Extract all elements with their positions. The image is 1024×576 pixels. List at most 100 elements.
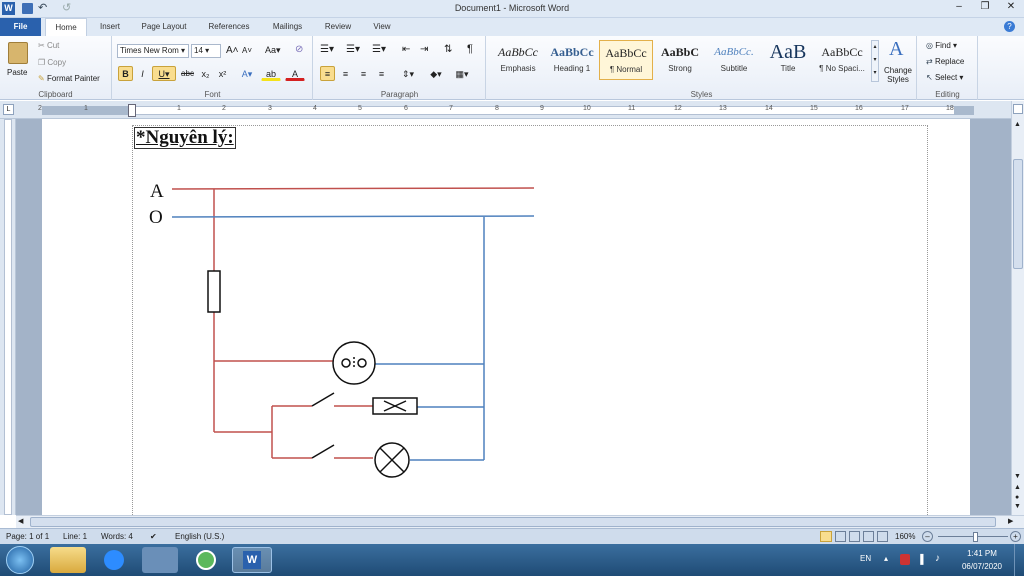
word-taskbar-icon[interactable]: W — [232, 547, 272, 573]
browse-object-icon[interactable]: ● — [1015, 494, 1019, 501]
clock-time[interactable]: 1:41 PM — [956, 549, 1008, 558]
find-button[interactable]: ◎ Find ▾ — [926, 41, 957, 50]
tab-selector[interactable]: L — [3, 104, 14, 115]
multilevel-list-icon[interactable]: ☰▾ — [372, 44, 386, 55]
proofing-icon[interactable]: ✔ — [150, 529, 157, 544]
align-center-button[interactable]: ≡ — [338, 66, 353, 81]
scroll-right-icon[interactable]: ▶ — [1008, 517, 1013, 525]
borders-icon[interactable]: ▦▾ — [452, 66, 472, 81]
volume-icon[interactable]: ♪ — [935, 553, 940, 564]
subscript-button[interactable]: x₂ — [198, 66, 213, 81]
document-page[interactable]: *Nguyên lý: A O — [42, 119, 970, 515]
language-indicator[interactable]: EN — [860, 554, 871, 563]
paste-icon[interactable] — [8, 42, 28, 64]
paste-button[interactable]: Paste — [7, 68, 27, 77]
next-page-icon[interactable]: ▼ — [1014, 503, 1021, 510]
view-web-icon[interactable] — [849, 531, 860, 542]
prev-page-icon[interactable]: ▲ — [1014, 484, 1021, 491]
style-no-spacing[interactable]: AaBbCc ¶ No Spaci... — [815, 40, 869, 80]
zoom-out-icon[interactable]: – — [922, 531, 933, 542]
bullets-icon[interactable]: ☰▾ — [320, 44, 334, 55]
copy-button[interactable]: ❐ Copy — [38, 58, 66, 67]
styles-scroll[interactable]: ▴ ▾ ▾ — [871, 40, 879, 82]
word-count[interactable]: Words: 4 — [101, 529, 133, 544]
h-scroll-thumb[interactable] — [30, 517, 996, 527]
tab-references[interactable]: References — [200, 18, 258, 36]
ruler-strip[interactable] — [42, 106, 974, 115]
font-color-icon[interactable]: A — [285, 66, 305, 81]
highlight-icon[interactable]: ab — [261, 66, 281, 81]
clear-format-icon[interactable]: ⊘ — [295, 44, 303, 55]
align-left-button[interactable]: ≡ — [320, 66, 335, 81]
start-button[interactable] — [6, 546, 34, 574]
show-hidden-icons[interactable]: ▴ — [884, 554, 888, 563]
grow-font-icon[interactable]: A˄ — [226, 45, 239, 56]
language[interactable]: English (U.S.) — [175, 529, 224, 544]
decrease-indent-icon[interactable]: ⇤ — [402, 44, 410, 55]
network-icon[interactable]: ▐ — [917, 554, 923, 564]
restore-button[interactable]: ❐ — [976, 1, 994, 12]
tab-home[interactable]: Home — [45, 18, 87, 37]
strikethrough-button[interactable]: abc — [179, 66, 196, 81]
italic-button[interactable]: I — [135, 66, 150, 81]
font-name-box[interactable]: Times New Rom ▾ — [117, 44, 189, 58]
style-emphasis[interactable]: AaBbCc Emphasis — [491, 40, 545, 80]
view-full-screen-icon[interactable] — [835, 531, 846, 542]
zoom-in-icon[interactable]: + — [1010, 531, 1021, 542]
tab-insert[interactable]: Insert — [91, 18, 129, 36]
clock-date[interactable]: 06/07/2020 — [956, 562, 1008, 571]
style-strong[interactable]: AaBbC Strong — [653, 40, 707, 80]
tab-review[interactable]: Review — [318, 18, 358, 36]
view-print-layout-icon[interactable] — [820, 531, 832, 542]
zoom-app-icon[interactable] — [96, 547, 132, 573]
show-formatting-icon[interactable]: ¶ — [467, 43, 473, 55]
help-icon[interactable]: ? — [1004, 21, 1015, 32]
style-subtitle[interactable]: AaBbCc. Subtitle — [707, 40, 761, 80]
scroll-down-icon[interactable]: ▼ — [1014, 473, 1021, 480]
scroll-up-icon[interactable]: ▲ — [1014, 121, 1021, 128]
style-heading-1[interactable]: AaBbCc Heading 1 — [545, 40, 599, 80]
increase-indent-icon[interactable]: ⇥ — [420, 44, 428, 55]
page-count[interactable]: Page: 1 of 1 — [6, 529, 49, 544]
show-desktop-button[interactable] — [1014, 544, 1024, 576]
tray-app-icon[interactable] — [900, 554, 910, 565]
change-styles-button[interactable]: Change Styles — [883, 66, 913, 84]
horizontal-scrollbar[interactable]: ◀ ▶ — [16, 515, 1024, 528]
text-effects-icon[interactable]: A▾ — [237, 66, 257, 81]
change-case-icon[interactable]: Aa▾ — [265, 45, 281, 56]
shrink-font-icon[interactable]: A˅ — [242, 46, 252, 55]
style-title[interactable]: AaB Title — [761, 40, 815, 80]
line-spacing-icon[interactable]: ⇕▾ — [398, 66, 418, 81]
zoom-slider-thumb[interactable] — [973, 532, 978, 542]
underline-button[interactable]: U▾ — [152, 66, 176, 81]
line-number[interactable]: Line: 1 — [63, 529, 87, 544]
justify-button[interactable]: ≡ — [374, 66, 389, 81]
vertical-scrollbar[interactable]: ▲ ▼ ▲ ● ▼ — [1011, 101, 1024, 515]
format-painter-button[interactable]: ✎ Format Painter — [38, 74, 100, 83]
scroll-left-icon[interactable]: ◀ — [18, 517, 23, 525]
view-outline-icon[interactable] — [863, 531, 874, 542]
align-right-button[interactable]: ≡ — [356, 66, 371, 81]
file-explorer-icon[interactable] — [50, 547, 86, 573]
replace-button[interactable]: ⇄ Replace — [926, 57, 964, 66]
view-draft-icon[interactable] — [877, 531, 888, 542]
coc-coc-browser-icon[interactable] — [188, 547, 224, 573]
sort-icon[interactable]: ⇅ — [444, 44, 452, 55]
tab-view[interactable]: View — [364, 18, 400, 36]
cut-button[interactable]: ✂ Cut — [38, 41, 59, 50]
tab-mailings[interactable]: Mailings — [265, 18, 310, 36]
zoom-level[interactable]: 160% — [895, 529, 915, 544]
shading-icon[interactable]: ◆▾ — [426, 66, 446, 81]
tab-file[interactable]: File — [0, 18, 41, 36]
tab-page-layout[interactable]: Page Layout — [134, 18, 194, 36]
superscript-button[interactable]: x² — [215, 66, 230, 81]
bold-button[interactable]: B — [118, 66, 133, 81]
indent-marker[interactable] — [128, 104, 136, 117]
ev-app-icon[interactable] — [142, 547, 178, 573]
close-button[interactable]: ✕ — [1002, 1, 1020, 12]
style-normal[interactable]: AaBbCc ¶ Normal — [599, 40, 653, 80]
ruler-toggle-icon[interactable] — [1013, 104, 1023, 114]
scroll-thumb[interactable] — [1013, 159, 1023, 269]
change-styles-icon[interactable]: A — [889, 38, 903, 61]
minimize-button[interactable]: – — [950, 1, 968, 12]
